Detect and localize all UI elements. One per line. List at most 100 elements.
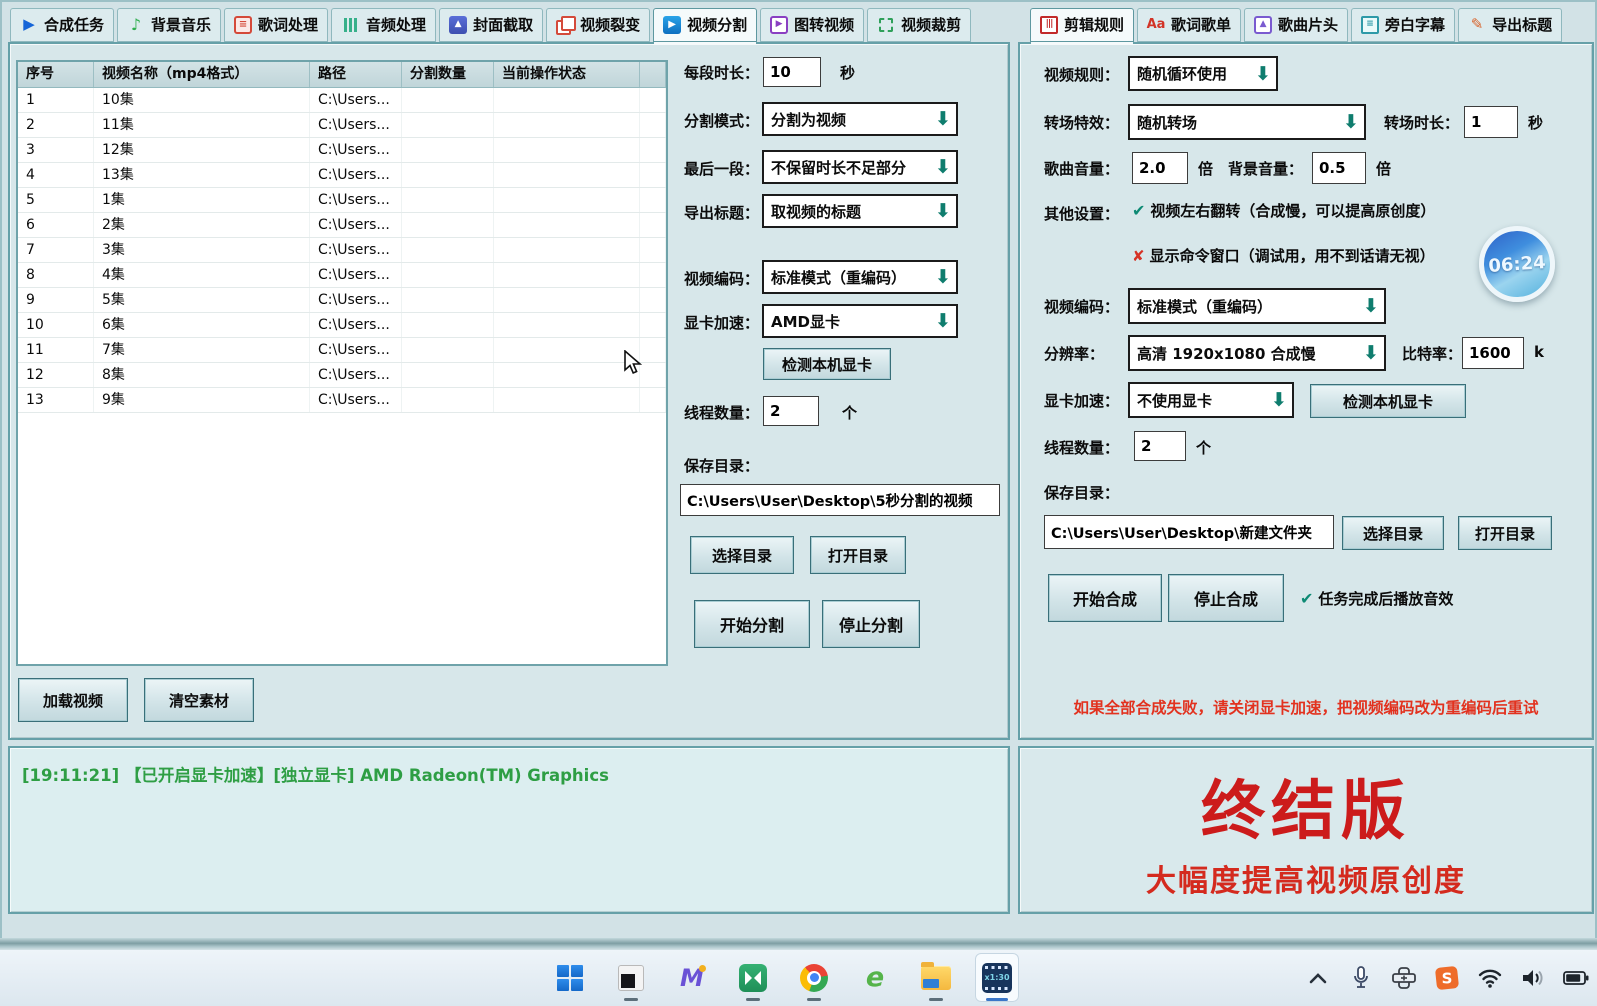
- split-mode-dropdown[interactable]: 分割为视频: [762, 102, 958, 136]
- bg-volume-input[interactable]: [1312, 152, 1366, 184]
- tray-chevron-up-icon[interactable]: [1303, 961, 1333, 995]
- taskbar-app-chrome[interactable]: [792, 953, 836, 1002]
- clock-widget[interactable]: 06:24: [1476, 223, 1557, 304]
- song-volume-unit: 倍: [1198, 158, 1213, 179]
- save-dir-input[interactable]: [680, 484, 1000, 516]
- detect-gpu-button[interactable]: 检测本机显卡: [1310, 384, 1466, 418]
- table-row[interactable]: 62集C:\Users...: [18, 213, 666, 238]
- tab-compose-task[interactable]: ▶合成任务: [10, 8, 114, 42]
- export-title-dropdown[interactable]: 取视频的标题: [762, 194, 958, 228]
- taskbar-app-snipping[interactable]: [609, 953, 653, 1002]
- video-table: 序号 视频名称（mp4格式） 路径 分割数量 当前操作状态 110集C:\Use…: [16, 60, 668, 666]
- table-row[interactable]: 128集C:\Users...: [18, 363, 666, 388]
- threads-input[interactable]: [763, 396, 819, 426]
- mouse-cursor: [624, 350, 646, 380]
- bitrate-input[interactable]: [1462, 337, 1524, 369]
- table-row[interactable]: 73集C:\Users...: [18, 238, 666, 263]
- transition-time-input[interactable]: [1464, 106, 1518, 138]
- tab-audio-processing[interactable]: 音频处理: [331, 8, 436, 42]
- save-dir-label: 保存目录：: [1044, 482, 1119, 503]
- green-browser-icon: e: [866, 964, 884, 991]
- tab-label: 导出标题: [1492, 14, 1552, 35]
- song-volume-input[interactable]: [1132, 152, 1188, 184]
- start-button[interactable]: [548, 953, 592, 1002]
- tray-microphone-icon[interactable]: [1346, 961, 1376, 995]
- tab-edit-rules[interactable]: |||剪辑规则: [1030, 8, 1134, 42]
- col-status[interactable]: 当前操作状态: [494, 62, 640, 87]
- tab-lyrics-processing[interactable]: ≡歌词处理: [224, 8, 328, 42]
- threads-input[interactable]: [1134, 431, 1186, 461]
- tray-sogou-input-icon[interactable]: S: [1432, 961, 1462, 995]
- tab-video-fission[interactable]: 视频裂变: [546, 8, 650, 42]
- folder-icon: [921, 966, 951, 990]
- video-rule-dropdown[interactable]: 随机循环使用: [1128, 56, 1278, 91]
- open-dir-button[interactable]: 打开目录: [810, 536, 906, 574]
- choose-dir-button[interactable]: 选择目录: [1342, 516, 1444, 550]
- taskbar-app-xmind[interactable]: [731, 953, 775, 1002]
- tab-cover-capture[interactable]: ▲封面截取: [439, 8, 543, 42]
- col-split-count[interactable]: 分割数量: [402, 62, 494, 87]
- tab-image-to-video[interactable]: ▶图转视频: [760, 8, 864, 42]
- open-dir-button[interactable]: 打开目录: [1458, 516, 1552, 550]
- tab-narration-subtitle[interactable]: ≡旁白字幕: [1351, 8, 1455, 42]
- dropdown-arrow-icon: [1358, 342, 1384, 364]
- transition-dropdown[interactable]: 随机转场: [1128, 104, 1366, 140]
- clear-material-button[interactable]: 清空素材: [144, 678, 254, 722]
- start-merge-button[interactable]: 开始合成: [1048, 574, 1162, 622]
- stop-merge-button[interactable]: 停止合成: [1168, 574, 1284, 622]
- resolution-dropdown[interactable]: 高清 1920x1080 合成慢: [1128, 335, 1386, 371]
- table-row[interactable]: 106集C:\Users...: [18, 313, 666, 338]
- tab-video-crop[interactable]: 视频裁剪: [867, 8, 971, 42]
- col-name[interactable]: 视频名称（mp4格式）: [94, 62, 310, 87]
- taskbar-app-explorer[interactable]: [914, 953, 958, 1002]
- duration-input[interactable]: [763, 57, 821, 87]
- sound-option[interactable]: ✔任务完成后播放音效: [1300, 588, 1453, 609]
- tab-label: 视频裁剪: [901, 14, 961, 35]
- tab-export-title[interactable]: ✎ 导出标题: [1458, 8, 1562, 42]
- cmd-window-option[interactable]: ✘显示命令窗口（调试用，用不到话请无视）: [1132, 245, 1435, 266]
- check-icon: ✔: [1300, 589, 1313, 608]
- table-row[interactable]: 51集C:\Users...: [18, 188, 666, 213]
- choose-dir-button[interactable]: 选择目录: [690, 536, 794, 574]
- tray-volume-icon[interactable]: [1518, 961, 1548, 995]
- encode-dropdown[interactable]: 标准模式（重编码）: [762, 260, 958, 294]
- promo-subtitle: 大幅度提高视频原创度: [1020, 856, 1592, 900]
- col-index[interactable]: 序号: [18, 62, 94, 87]
- col-path[interactable]: 路径: [310, 62, 402, 87]
- tab-song-intro[interactable]: ▲歌曲片头: [1244, 8, 1348, 42]
- start-split-button[interactable]: 开始分割: [694, 600, 810, 648]
- table-row[interactable]: 117集C:\Users...: [18, 338, 666, 363]
- taskbar-app-browser[interactable]: e: [853, 953, 897, 1002]
- table-row[interactable]: 95集C:\Users...: [18, 288, 666, 313]
- aa-icon: Aa: [1147, 16, 1165, 34]
- tray-wifi-icon[interactable]: [1475, 961, 1505, 995]
- table-row[interactable]: 84集C:\Users...: [18, 263, 666, 288]
- tray-remote-widget-icon[interactable]: [1389, 961, 1419, 995]
- export-title-label: 导出标题：: [684, 202, 759, 223]
- last-segment-dropdown[interactable]: 不保留时长不足部分: [762, 150, 958, 184]
- stop-split-button[interactable]: 停止分割: [822, 600, 920, 648]
- table-row[interactable]: 211集C:\Users...: [18, 113, 666, 138]
- load-videos-button[interactable]: 加载视频: [18, 678, 128, 722]
- tab-label: 音频处理: [366, 14, 426, 35]
- taskbar-app-media[interactable]: M: [670, 953, 714, 1002]
- tray-battery-icon[interactable]: [1561, 961, 1591, 995]
- table-row[interactable]: 139集C:\Users...: [18, 388, 666, 413]
- bitrate-unit: k: [1534, 343, 1544, 361]
- save-dir-input[interactable]: [1044, 515, 1334, 549]
- tab-lyrics-playlist[interactable]: Aa歌词歌单: [1137, 8, 1241, 42]
- taskbar-app-video-tool[interactable]: x1:30: [975, 953, 1019, 1002]
- merge-encode-dropdown[interactable]: 标准模式（重编码）: [1128, 288, 1386, 324]
- detect-gpu-button[interactable]: 检测本机显卡: [763, 348, 891, 380]
- merge-gpu-dropdown[interactable]: 不使用显卡: [1128, 382, 1294, 418]
- table-row[interactable]: 110集C:\Users...: [18, 88, 666, 113]
- gpu-dropdown[interactable]: AMD显卡: [762, 304, 958, 338]
- merge-warning-text: 如果全部合成失败，请关闭显卡加速，把视频编码改为重编码后重试: [1020, 696, 1592, 718]
- tab-background-music[interactable]: ♪背景音乐: [117, 8, 221, 42]
- table-row[interactable]: 413集C:\Users...: [18, 163, 666, 188]
- tab-video-split[interactable]: ▶视频分割: [653, 8, 757, 42]
- flip-option[interactable]: ✔视频左右翻转（合成慢，可以提高原创度）: [1132, 200, 1435, 221]
- pen-icon: ✎: [1468, 16, 1486, 34]
- dropdown-arrow-icon: [930, 200, 956, 222]
- table-row[interactable]: 312集C:\Users...: [18, 138, 666, 163]
